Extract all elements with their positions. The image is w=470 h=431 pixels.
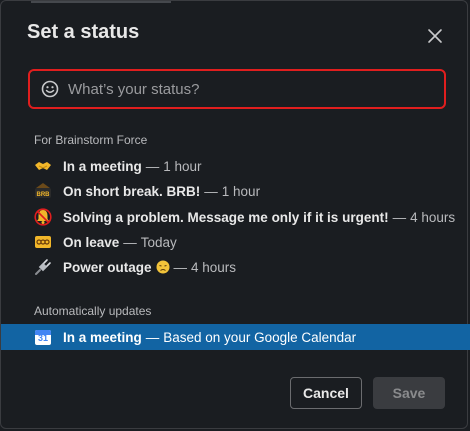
- status-option-calendar-meeting[interactable]: In a meeting — Based on your Google Cale…: [1, 324, 470, 350]
- status-input-wrapper[interactable]: [28, 69, 446, 109]
- smiley-face-icon[interactable]: [40, 79, 60, 99]
- bell-mute-icon: [34, 208, 52, 226]
- separator: —: [173, 259, 188, 275]
- dialog-title: Set a status: [27, 21, 140, 43]
- separator: —: [145, 329, 160, 345]
- save-button[interactable]: Save: [373, 377, 445, 409]
- separator: —: [204, 183, 218, 199]
- status-option-solving-problem[interactable]: Solving a problem. Message me only if it…: [1, 204, 470, 230]
- workspace-section-label: For Brainstorm Force: [34, 133, 148, 147]
- top-divider: [31, 1, 171, 3]
- calendar-day: 31: [37, 333, 48, 343]
- brb-icon: BRB: [34, 182, 52, 200]
- cancel-button[interactable]: Cancel: [290, 377, 362, 409]
- status-option-duration: 1 hour: [221, 183, 261, 199]
- status-option-label: Solving a problem. Message me only if it…: [63, 209, 389, 225]
- separator: —: [145, 158, 160, 174]
- status-option-power-outage[interactable]: Power outage — 4 hours: [1, 254, 470, 280]
- status-option-duration: 1 hour: [163, 158, 202, 174]
- status-option-on-leave[interactable]: On leave — Today: [1, 229, 470, 255]
- status-option-label: In a meeting: [63, 329, 142, 345]
- status-option-label: Power outage: [63, 260, 170, 275]
- auto-section-label: Automatically updates: [34, 304, 152, 318]
- status-option-short-break[interactable]: BRB On short break. BRB! — 1 hour: [1, 178, 470, 204]
- status-option-detail: Based on your Google Calendar: [163, 329, 357, 345]
- status-option-duration: 4 hours: [410, 209, 456, 225]
- status-option-label: On short break. BRB!: [63, 183, 201, 199]
- svg-text:BRB: BRB: [37, 192, 51, 198]
- status-option-duration: 4 hours: [191, 259, 237, 275]
- status-option-duration: Today: [140, 234, 177, 250]
- close-icon[interactable]: [425, 26, 445, 46]
- status-option-label-text: Power outage: [63, 259, 152, 275]
- status-option-label: On leave: [63, 234, 120, 250]
- handshake-icon: [34, 157, 52, 175]
- status-option-in-a-meeting[interactable]: In a meeting — 1 hour: [1, 153, 470, 179]
- disappointed-face-icon: [156, 260, 170, 274]
- status-option-label: In a meeting: [63, 158, 142, 174]
- separator: —: [392, 209, 407, 225]
- separator: —: [123, 234, 137, 250]
- set-status-dialog: Set a status For Brainstorm Force In a m…: [0, 0, 470, 429]
- ooo-icon: [34, 233, 52, 251]
- plug-icon: [34, 258, 52, 276]
- status-input[interactable]: [68, 80, 444, 98]
